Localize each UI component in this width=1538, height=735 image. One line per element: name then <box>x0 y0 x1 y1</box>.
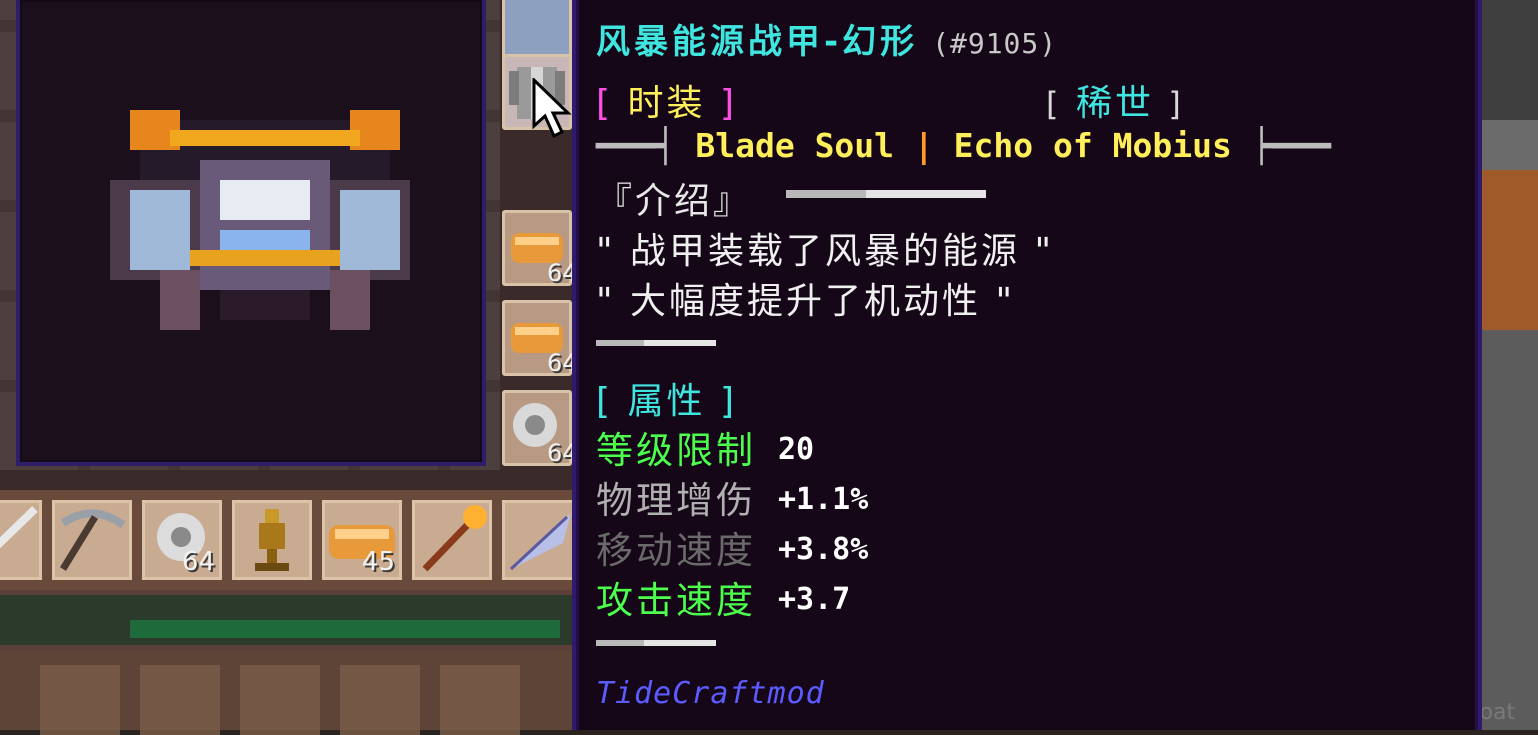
hotbar: 64 45 <box>0 490 582 590</box>
item-series: ━━━┥ Blade Soul | Echo of Mobius ┝━━━ <box>596 126 1331 165</box>
series-left: Blade Soul <box>695 126 895 165</box>
hotbar-slot[interactable] <box>412 500 492 580</box>
hotbar-slot <box>140 665 220 735</box>
armor-chestplate-icon <box>110 110 410 330</box>
stat-row-move-speed: 移动速度 +3.8% <box>596 520 868 574</box>
hotbar-slot <box>340 665 420 735</box>
intro-heading: 『介绍』 <box>596 181 753 222</box>
flame-staff-icon <box>422 505 487 572</box>
trophy-icon <box>255 509 289 571</box>
hotbar-slot[interactable]: 45 <box>322 500 402 580</box>
intro-divider <box>786 190 986 198</box>
section-divider <box>596 640 716 646</box>
game-world-edge <box>1480 0 1538 730</box>
tag-right-text: 稀世 <box>1075 83 1154 124</box>
hotbar-strip <box>0 595 580 645</box>
stat-value: +3.8% <box>778 532 869 567</box>
pickaxe-icon <box>60 509 126 571</box>
sword-icon <box>0 506 38 549</box>
hotbar-slot[interactable] <box>52 500 132 580</box>
stat-row-attack-speed: 攻击速度 +3.7 <box>596 570 850 624</box>
tag-left: [ 时装 ] <box>596 83 738 124</box>
tag-right: [ 稀世 ] <box>1046 83 1184 124</box>
stat-row-level: 等级限制 20 <box>596 420 814 474</box>
series-divider-right: ┝━━━ <box>1251 126 1332 165</box>
hotbar-slot <box>440 665 520 735</box>
series-separator: | <box>913 126 934 165</box>
item-name: 风暴能源战甲-幻形 (#9105) <box>596 14 1057 63</box>
item-count: 64 <box>181 547 215 577</box>
mod-name: TideCraftmod <box>596 676 825 711</box>
hotbar-slot <box>240 665 320 735</box>
item-tags: [ 时装 ] [ 稀世 ] <box>596 74 1236 126</box>
inventory-slot-gear[interactable]: 64 <box>502 390 578 467</box>
tag-left-text: 时装 <box>627 83 706 124</box>
inventory-slot-bread[interactable]: 64 <box>502 300 578 377</box>
description-line-2: " 大幅度提升了机动性 " <box>596 281 1016 322</box>
stat-label: 物理增伤 <box>596 479 756 522</box>
stat-label: 等级限制 <box>596 429 756 472</box>
hotbar-slot[interactable] <box>0 500 42 580</box>
item-tooltip: 风暴能源战甲-幻形 (#9105) [ 时装 ] [ 稀世 ] ━━━┥ Blad… <box>572 0 1482 730</box>
stat-value: 20 <box>778 432 815 467</box>
stat-label: 移动速度 <box>596 529 756 572</box>
stat-value: +1.1% <box>778 482 869 517</box>
attributes-heading: [ 属性 ] <box>596 381 738 422</box>
series-divider-left: ━━━┥ <box>596 126 676 165</box>
hotbar-slot[interactable] <box>502 500 582 580</box>
item-name-text: 风暴能源战甲-幻形 <box>596 22 919 62</box>
item-count: 45 <box>361 547 395 577</box>
item-preview-panel <box>16 0 486 466</box>
series-right: Echo of Mobius <box>953 126 1232 165</box>
description-line-1: " 战甲装载了风暴的能源 " <box>596 231 1055 272</box>
hotbar-slot[interactable]: 64 <box>142 500 222 580</box>
stat-row-physical-damage: 物理增伤 +1.1% <box>596 470 868 524</box>
hotbar-slot[interactable] <box>232 500 312 580</box>
hotbar-slot <box>40 665 120 735</box>
experience-bar <box>130 620 560 638</box>
item-id: (#9105) <box>932 27 1058 60</box>
stat-value: +3.7 <box>778 582 851 617</box>
stat-label: 攻击速度 <box>596 579 756 622</box>
section-divider <box>596 340 716 346</box>
feather-wing-icon <box>509 513 571 571</box>
hotbar-shadow <box>0 650 580 735</box>
inventory-slot-bread[interactable]: 64 <box>502 210 578 287</box>
mouse-cursor-icon <box>532 78 572 138</box>
attributes-heading-text: 属性 <box>627 381 706 422</box>
